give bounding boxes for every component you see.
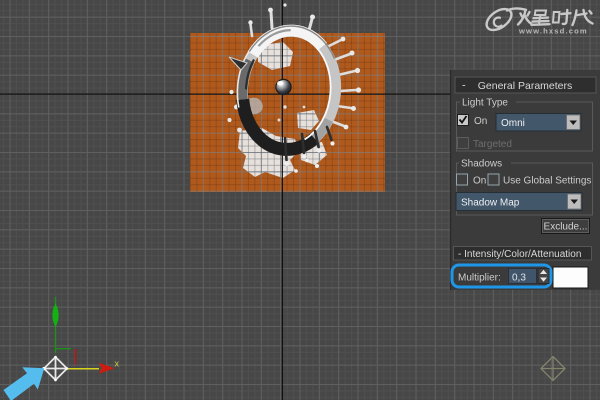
- svg-text:On: On: [473, 176, 486, 187]
- svg-text:- Intensity/Color/Attenuation: - Intensity/Color/Attenuation: [458, 249, 581, 260]
- svg-text:0,3: 0,3: [512, 273, 526, 284]
- svg-text:Omni: Omni: [501, 118, 525, 129]
- svg-text:Use Global Settings: Use Global Settings: [503, 176, 591, 187]
- svg-text:Exclude...: Exclude...: [544, 222, 588, 233]
- svg-text:Multiplier:: Multiplier:: [458, 273, 501, 284]
- svg-text:On: On: [474, 116, 487, 127]
- svg-text:Targeted: Targeted: [473, 139, 512, 150]
- svg-text:Shadows: Shadows: [461, 159, 502, 170]
- svg-text:General Parameters: General Parameters: [478, 80, 573, 92]
- svg-text:www.hxsd.com: www.hxsd.com: [518, 27, 588, 36]
- svg-text:-: -: [462, 80, 466, 92]
- svg-text:x: x: [115, 359, 120, 369]
- svg-text:Shadow Map: Shadow Map: [461, 198, 520, 209]
- svg-text:Light Type: Light Type: [462, 98, 508, 109]
